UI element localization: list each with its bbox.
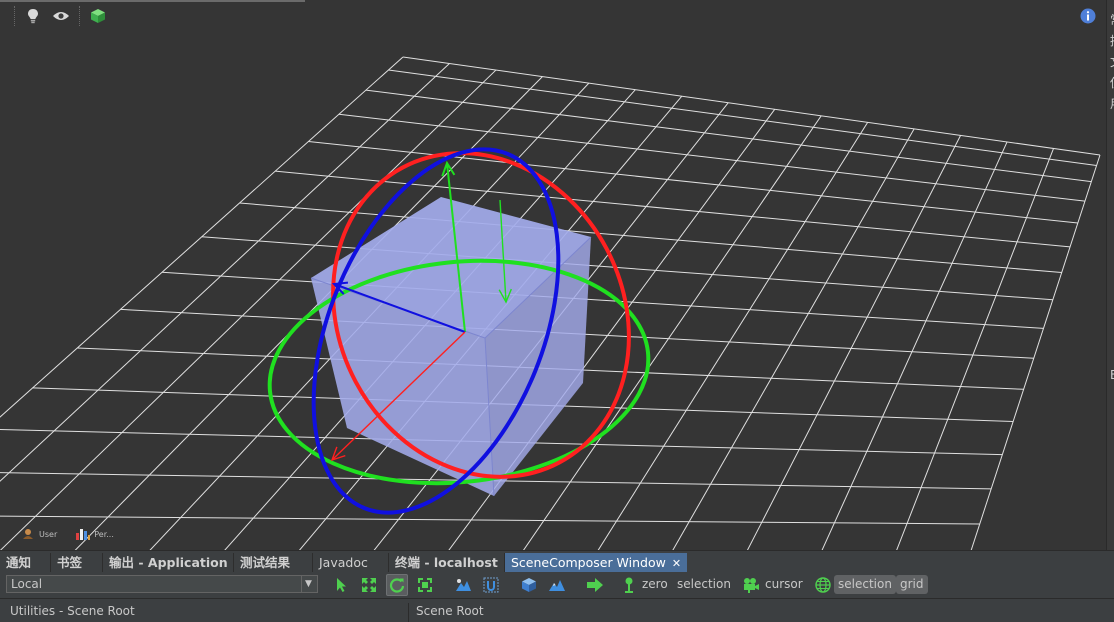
zero-button-icon-wrap[interactable] [618,574,640,596]
scale-tool-button[interactable] [414,574,436,596]
bottom-panels: Utilities - Scene Root Scene Root [0,598,1114,622]
tab-terminal-localhost[interactable]: 终端 - localhost [389,553,498,573]
tab-bookmarks[interactable]: 书签 [51,553,82,573]
toolbar-separator [79,6,80,26]
lightbulb-icon[interactable] [23,6,43,26]
cube-icon[interactable] [88,6,108,26]
rotate-tool-button[interactable] [386,574,408,596]
cursor-button[interactable]: cursor [765,577,803,591]
grid-line [896,148,1054,550]
side-glyph: 拖 [1107,31,1114,52]
snap-tool-button[interactable] [480,574,502,596]
side-glyph: 文 [1107,52,1114,73]
mountain-icon [549,580,565,591]
selection-toggle[interactable]: selection [834,575,896,594]
right-arrow-icon [587,578,603,592]
tab-scenecomposer-label: SceneComposer Window [511,555,666,570]
transform-space-value: Local [11,577,43,591]
terrain-raise-button[interactable] [546,574,568,596]
panel-divider[interactable] [408,603,409,622]
user-status-label: User [39,529,58,539]
add-cube-icon [522,578,536,592]
move-tool-button[interactable] [358,574,380,596]
tab-javadoc[interactable]: Javadoc [313,553,368,573]
tab-test-results[interactable]: 测试结果 [234,553,290,573]
selection-button[interactable]: selection [677,577,731,591]
user-status[interactable]: User [22,528,57,540]
move-icon [362,578,376,592]
side-glyph: 使 [1107,73,1114,94]
scene-viewport[interactable]: User Per... [0,0,1106,550]
chevron-down-icon: ▼ [301,576,315,592]
camera-icon [744,578,759,593]
magnet-grid-icon [483,577,499,593]
output-tabbar: 通知 书签 输出 - Application 测试结果 Javadoc 终端 -… [0,550,1114,573]
select-tool-button[interactable] [330,574,352,596]
add-object-button[interactable] [518,574,540,596]
utilities-panel-title: Utilities - Scene Root [10,604,135,618]
user-icon [23,529,33,539]
status-row: User Per... [22,524,114,544]
cursor-camera-icon-wrap[interactable] [740,574,762,596]
tab-notifications[interactable]: 通知 [0,553,31,573]
globe-icon [815,577,831,593]
scene-composer-app: User Per... 常 拖 文 使 用 B 通知 书签 输出 - Appli… [0,0,1114,622]
scene-composer-toolbar: Local ▼ zero selection cursor selection … [0,572,1114,598]
scene-canvas[interactable] [0,0,1106,550]
toolbar-separator [14,6,15,26]
move-to-button[interactable] [584,574,606,596]
arrow-cursor-icon [337,578,346,592]
rotate-icon [389,578,405,593]
scene-root-panel-title: Scene Root [416,604,484,618]
info-icon[interactable] [1078,6,1098,26]
globe-icon-wrap[interactable] [812,574,834,596]
grid-line [162,271,1044,329]
tab-output-application[interactable]: 输出 - Application [103,553,228,573]
grid-line [365,89,1092,183]
toolbar-divider [0,0,305,2]
grid-toggle[interactable]: grid [896,575,928,594]
tab-scenecomposer-window[interactable]: SceneComposer Window ✕ [505,553,688,573]
grid-line [970,154,1101,550]
viewport-toolbar [0,0,1106,32]
right-side-panel: 常 拖 文 使 用 B [1106,0,1114,550]
scale-icon [418,578,432,592]
selected-cube[interactable] [310,197,592,497]
eye-icon[interactable] [51,6,71,26]
performance-status[interactable]: Per... [75,527,114,541]
transform-space-select[interactable]: Local ▼ [6,575,318,593]
side-glyph: B [1107,365,1114,386]
close-icon[interactable]: ✕ [672,557,681,570]
zero-button[interactable]: zero [642,577,668,591]
performance-icon [76,529,91,540]
side-glyph: 常 [1107,10,1114,31]
pin-icon [625,577,633,593]
performance-status-label: Per... [94,529,114,539]
side-glyph: 用 [1107,94,1114,115]
terrain-tool-button[interactable] [452,574,474,596]
terrain-paint-icon [456,579,471,591]
grid-line [0,515,980,525]
